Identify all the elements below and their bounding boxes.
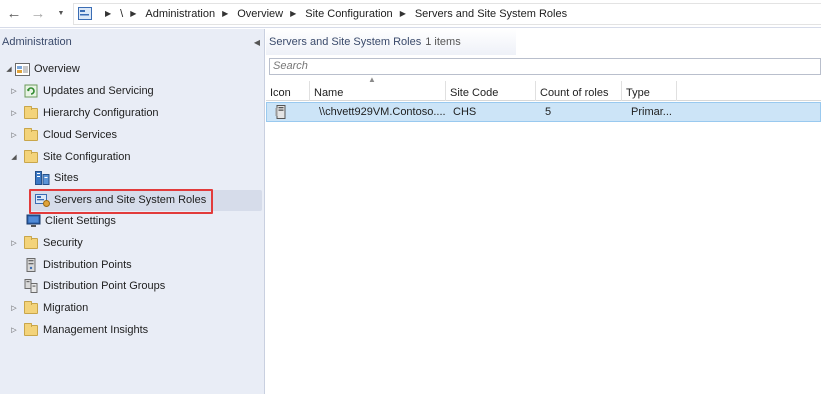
folder-icon bbox=[23, 235, 39, 250]
tree-item-label: Management Insights bbox=[43, 324, 149, 336]
column-header-row: Icon ▲ Name Site Code Count of roles Typ… bbox=[266, 75, 821, 101]
column-header-site-code[interactable]: Site Code bbox=[446, 81, 536, 101]
collapsed-twisty-icon[interactable]: ▷ bbox=[9, 131, 19, 139]
tree-item-security[interactable]: ▷ Security bbox=[9, 233, 83, 253]
tree-item-client-settings[interactable]: Client Settings bbox=[25, 211, 116, 231]
results-pane: Servers and Site System Roles 1 items Se… bbox=[266, 29, 821, 394]
breadcrumb-overview[interactable]: Overview bbox=[237, 8, 283, 20]
column-header-type[interactable]: Type bbox=[622, 81, 677, 101]
cell-name: \\chvett929VM.Contoso.... bbox=[319, 106, 446, 118]
collapsed-twisty-icon[interactable]: ▷ bbox=[9, 326, 19, 334]
collapsed-twisty-icon[interactable]: ▷ bbox=[9, 304, 19, 312]
breadcrumb-separator-icon: ▶ bbox=[105, 9, 112, 18]
table-row[interactable]: \\chvett929VM.Contoso.... CHS 5 Primar..… bbox=[266, 102, 821, 122]
breadcrumb-separator-icon: ▶ bbox=[222, 9, 229, 18]
console-root-icon[interactable] bbox=[78, 7, 92, 20]
tree-item-distribution-point-groups[interactable]: Distribution Point Groups bbox=[23, 276, 165, 296]
tree-item-overview[interactable]: ◢ Overview bbox=[4, 59, 80, 79]
tree-item-distribution-points[interactable]: Distribution Points bbox=[23, 255, 132, 275]
breadcrumb-separator-icon: ▶ bbox=[399, 9, 406, 18]
collapsed-twisty-icon[interactable]: ▷ bbox=[9, 109, 19, 117]
results-count: 1 items bbox=[425, 36, 461, 48]
forward-arrow-icon[interactable]: → bbox=[29, 5, 47, 23]
breadcrumb-servers-roles[interactable]: Servers and Site System Roles bbox=[415, 8, 567, 20]
sort-ascending-icon: ▲ bbox=[368, 75, 376, 84]
workspace-title: Administration bbox=[2, 36, 72, 48]
breadcrumb-root[interactable]: \ bbox=[120, 8, 123, 20]
column-header-count-of-roles[interactable]: Count of roles bbox=[536, 81, 622, 101]
collapsed-twisty-icon[interactable]: ▷ bbox=[9, 239, 19, 247]
column-header-label: Name bbox=[314, 87, 344, 99]
cell-site-code: CHS bbox=[453, 106, 477, 118]
collapse-pane-icon[interactable]: ◀ bbox=[254, 38, 260, 47]
tree-item-cloud-services[interactable]: ▷ Cloud Services bbox=[9, 125, 117, 145]
breadcrumb-separator-icon: ▶ bbox=[130, 9, 137, 18]
tree-item-label: Site Configuration bbox=[43, 151, 131, 163]
tree-item-updates-servicing[interactable]: ▷ Updates and Servicing bbox=[9, 81, 154, 101]
cell-type: Primar... bbox=[631, 106, 672, 118]
folder-icon bbox=[23, 127, 39, 142]
tree-item-management-insights[interactable]: ▷ Management Insights bbox=[9, 320, 148, 340]
updates-icon bbox=[23, 84, 39, 98]
expanded-twisty-icon[interactable]: ◢ bbox=[4, 65, 14, 73]
back-arrow-icon[interactable]: ← bbox=[5, 5, 23, 23]
highlight-annotation-box bbox=[29, 189, 213, 214]
expanded-twisty-icon[interactable]: ◢ bbox=[9, 153, 19, 161]
folder-icon bbox=[23, 149, 39, 164]
column-header-icon[interactable]: Icon bbox=[266, 81, 310, 101]
search-input[interactable]: Search bbox=[269, 58, 821, 75]
tree-item-label: Sites bbox=[54, 172, 79, 184]
collapsed-twisty-icon[interactable]: ▷ bbox=[9, 87, 19, 95]
navigation-bar: ← → ▼ ▶ \ ▶ Administration ▶ Overview ▶ … bbox=[0, 0, 821, 28]
tree-item-hierarchy-configuration[interactable]: ▷ Hierarchy Configuration bbox=[9, 103, 159, 123]
folder-icon bbox=[23, 322, 39, 337]
tree-item-label: Migration bbox=[43, 302, 89, 314]
tree-item-label: Hierarchy Configuration bbox=[43, 107, 159, 119]
breadcrumb-site-configuration[interactable]: Site Configuration bbox=[305, 8, 392, 20]
breadcrumb-separator-icon: ▶ bbox=[290, 9, 297, 18]
breadcrumb: ▶ \ ▶ Administration ▶ Overview ▶ Site C… bbox=[73, 2, 821, 25]
tree-item-migration[interactable]: ▷ Migration bbox=[9, 298, 88, 318]
distribution-group-icon bbox=[23, 279, 39, 293]
folder-icon bbox=[23, 105, 39, 120]
navigation-pane-header: Administration ◀ bbox=[0, 29, 264, 55]
tree-item-label: Cloud Services bbox=[43, 129, 117, 141]
results-title: Servers and Site System Roles bbox=[269, 36, 422, 48]
tree-item-label: Security bbox=[43, 237, 83, 249]
results-header: Servers and Site System Roles 1 items bbox=[266, 29, 516, 55]
tree-item-label: Distribution Points bbox=[43, 259, 132, 271]
server-icon bbox=[267, 103, 311, 121]
tree-item-sites[interactable]: Sites bbox=[34, 168, 78, 188]
tree-item-label: Updates and Servicing bbox=[43, 85, 154, 97]
client-settings-icon bbox=[25, 214, 41, 228]
column-header-name[interactable]: ▲ Name bbox=[310, 75, 446, 101]
cell-count-of-roles: 5 bbox=[545, 106, 552, 118]
tree-item-label: Client Settings bbox=[45, 215, 116, 227]
breadcrumb-administration[interactable]: Administration bbox=[145, 8, 215, 20]
distribution-point-icon bbox=[23, 258, 39, 272]
overview-icon bbox=[14, 62, 30, 76]
history-dropdown-icon[interactable]: ▼ bbox=[55, 10, 67, 17]
tree-item-site-configuration[interactable]: ◢ Site Configuration bbox=[9, 147, 130, 167]
tree-item-label: Overview bbox=[34, 63, 80, 75]
tree-item-label: Distribution Point Groups bbox=[43, 280, 166, 292]
sites-icon bbox=[34, 171, 50, 185]
navigation-pane: Administration ◀ ◢ Overview ▷ Updates an… bbox=[0, 29, 265, 394]
folder-icon bbox=[23, 300, 39, 315]
